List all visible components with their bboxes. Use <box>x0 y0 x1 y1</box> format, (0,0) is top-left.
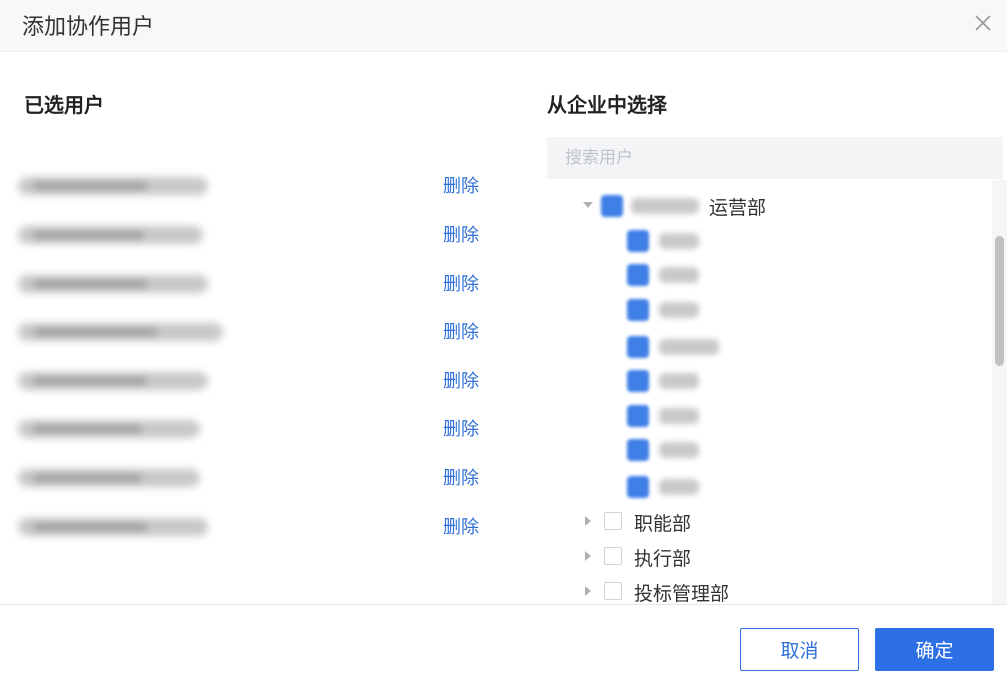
redacted-name <box>18 177 208 195</box>
redacted-name <box>18 226 203 244</box>
redacted-name <box>18 420 200 438</box>
redacted-avatar <box>627 299 649 321</box>
list-item: 删除 <box>0 318 520 348</box>
redacted-name <box>18 469 200 487</box>
dialog-header: 添加协作用户 <box>0 0 1007 52</box>
cancel-button[interactable]: 取消 <box>740 628 859 671</box>
redacted-name <box>631 198 699 214</box>
close-icon <box>975 15 991 31</box>
dept-label: 职能部 <box>634 513 692 535</box>
list-item: 删除 <box>0 367 520 397</box>
list-item: 删除 <box>0 172 520 202</box>
dept-checkbox[interactable] <box>604 547 622 565</box>
dialog-footer: 取消 确定 <box>0 604 1007 684</box>
tree-member[interactable] <box>547 435 987 465</box>
org-select-title: 从企业中选择 <box>547 93 667 117</box>
redacted-avatar <box>627 264 649 286</box>
redacted-name <box>659 408 699 424</box>
dialog-title: 添加协作用户 <box>22 15 155 40</box>
tree-node-root[interactable]: 运营部 <box>547 190 987 220</box>
delete-button[interactable]: 删除 <box>443 270 479 296</box>
delete-button[interactable]: 删除 <box>443 172 479 198</box>
tree-node-dept[interactable]: 执行部 <box>547 542 987 572</box>
tree-member[interactable] <box>547 295 987 325</box>
scrollbar-thumb[interactable] <box>995 236 1004 366</box>
root-dept-label: 运营部 <box>709 197 767 219</box>
redacted-avatar <box>627 405 649 427</box>
redacted-avatar <box>627 230 649 252</box>
redacted-name <box>659 233 699 249</box>
redacted-name <box>18 323 223 341</box>
redacted-name <box>18 275 208 293</box>
redacted-avatar <box>601 195 623 217</box>
redacted-name <box>659 479 699 495</box>
delete-button[interactable]: 删除 <box>443 221 479 247</box>
dept-label: 投标管理部 <box>634 583 730 604</box>
list-item: 删除 <box>0 221 520 251</box>
search-input[interactable] <box>547 137 1003 179</box>
delete-button[interactable]: 删除 <box>443 318 479 344</box>
org-tree: 运营部 职能部 执行部 投标管理部 <box>547 180 992 604</box>
tree-member[interactable] <box>547 260 987 290</box>
tree-member[interactable] <box>547 332 987 362</box>
redacted-avatar <box>627 336 649 358</box>
dept-checkbox[interactable] <box>604 512 622 530</box>
tree-member[interactable] <box>547 401 987 431</box>
redacted-name <box>18 518 208 536</box>
tree-node-dept[interactable]: 职能部 <box>547 507 987 537</box>
close-button[interactable] <box>970 10 996 36</box>
caret-right-icon[interactable] <box>585 551 591 561</box>
tree-member[interactable] <box>547 226 987 256</box>
delete-button[interactable]: 删除 <box>443 415 479 441</box>
tree-member[interactable] <box>547 472 987 502</box>
list-item: 删除 <box>0 464 520 494</box>
delete-button[interactable]: 删除 <box>443 367 479 393</box>
dept-label: 执行部 <box>634 548 692 570</box>
caret-down-icon[interactable] <box>583 202 593 208</box>
dept-checkbox[interactable] <box>604 582 622 600</box>
tree-node-dept[interactable]: 投标管理部 <box>547 577 987 604</box>
redacted-avatar <box>627 439 649 461</box>
list-item: 删除 <box>0 415 520 445</box>
redacted-name <box>659 442 699 458</box>
caret-right-icon[interactable] <box>585 586 591 596</box>
list-item: 删除 <box>0 270 520 300</box>
redacted-name <box>659 339 719 355</box>
redacted-avatar <box>627 476 649 498</box>
list-item: 删除 <box>0 513 520 543</box>
caret-right-icon[interactable] <box>585 516 591 526</box>
selected-users-title: 已选用户 <box>24 93 104 117</box>
confirm-button[interactable]: 确定 <box>875 628 994 671</box>
redacted-name <box>18 372 208 390</box>
redacted-name <box>659 373 699 389</box>
delete-button[interactable]: 删除 <box>443 513 479 539</box>
redacted-name <box>659 302 699 318</box>
delete-button[interactable]: 删除 <box>443 464 479 490</box>
tree-scrollbar[interactable] <box>992 180 1007 604</box>
tree-member[interactable] <box>547 366 987 396</box>
redacted-name <box>659 267 699 283</box>
redacted-avatar <box>627 370 649 392</box>
